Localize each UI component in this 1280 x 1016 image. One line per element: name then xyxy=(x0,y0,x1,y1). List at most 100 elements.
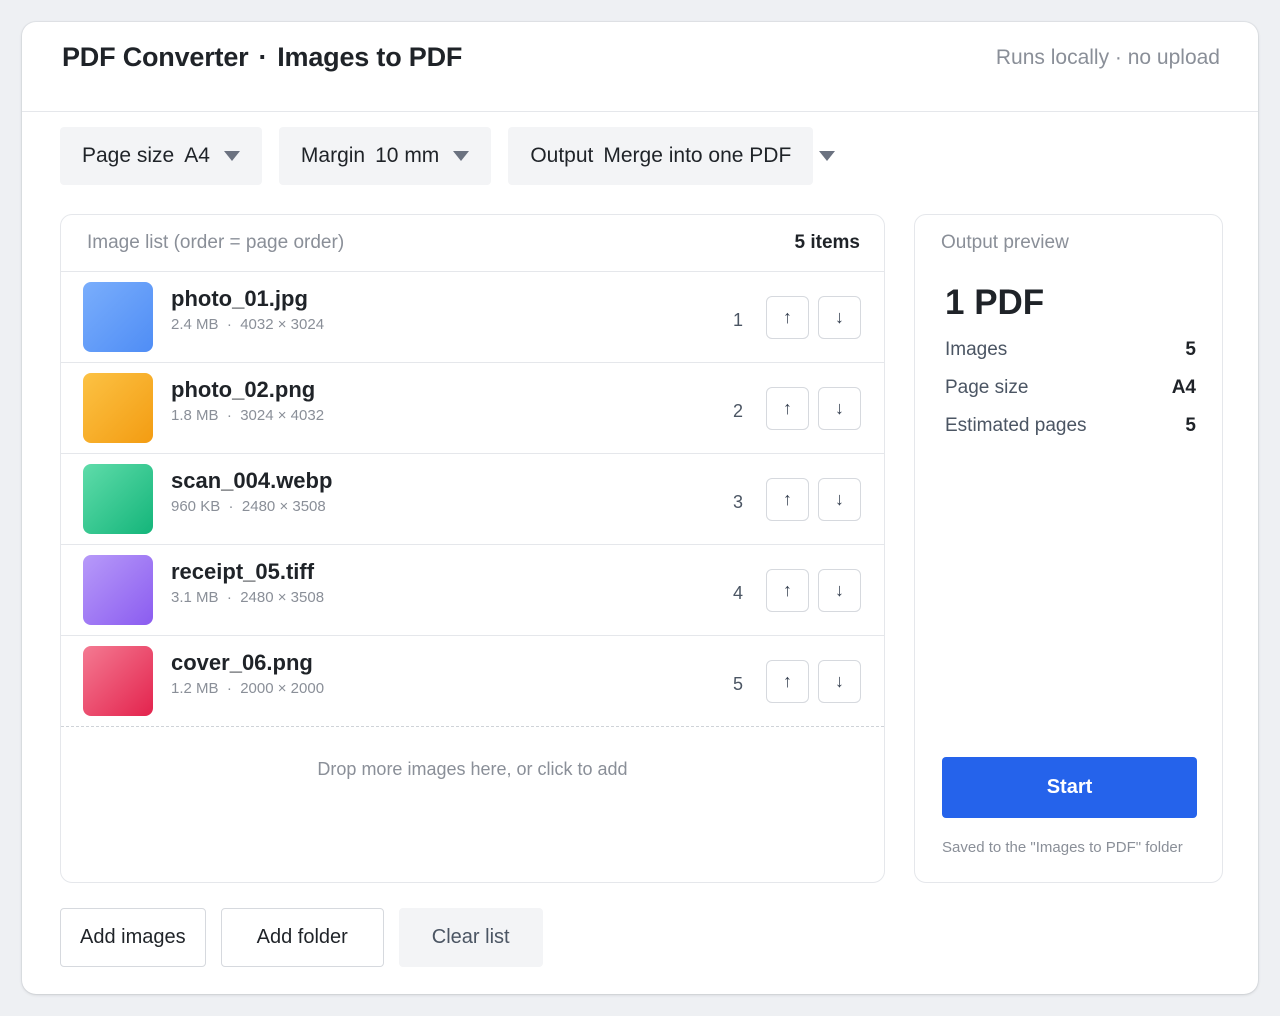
image-thumbnail xyxy=(83,464,153,534)
app-window: PDF Converter · Images to PDF Runs locally… xyxy=(22,22,1258,994)
preview-result: 1 PDF xyxy=(945,283,1045,322)
mode-name: Images to PDF xyxy=(277,42,463,72)
arrow-up-icon: ↑ xyxy=(783,306,792,327)
file-name: receipt_05.tiff xyxy=(171,558,315,584)
image-list-item[interactable]: cover_06.png 1.2 MB · 2000 × 2000 5 ↑ ↓ xyxy=(61,636,884,727)
output-preview-panel: Output preview 1 PDF Images 5 Page size … xyxy=(914,214,1223,883)
stat-value: 5 xyxy=(1185,415,1196,436)
move-down-button[interactable]: ↓ xyxy=(818,386,861,430)
stat-value: 5 xyxy=(1185,339,1196,360)
preview-title: Output preview xyxy=(941,232,1069,253)
file-info: 1.8 MB · 3024 × 4032 xyxy=(171,407,733,424)
arrow-down-icon: ↓ xyxy=(835,306,844,327)
file-dimensions: 2480 × 3508 xyxy=(241,497,326,515)
page-title: PDF Converter · Images to PDF xyxy=(62,42,462,73)
move-down-button[interactable]: ↓ xyxy=(818,295,861,339)
arrow-down-icon: ↓ xyxy=(835,488,844,509)
info-separator: · xyxy=(222,406,237,424)
drop-zone[interactable]: Drop more images here, or click to add xyxy=(61,727,884,811)
file-size: 1.2 MB xyxy=(171,679,219,697)
file-size: 2.4 MB xyxy=(171,315,219,333)
move-up-button[interactable]: ↑ xyxy=(766,659,809,703)
file-name: cover_06.png xyxy=(171,649,313,675)
file-size: 3.1 MB xyxy=(171,588,219,606)
chevron-down-icon xyxy=(223,151,240,161)
page-order-number: 5 xyxy=(732,673,743,694)
move-up-button[interactable]: ↑ xyxy=(766,295,809,339)
arrow-up-icon: ↑ xyxy=(783,488,792,509)
file-name: photo_02.png xyxy=(171,376,316,402)
image-list: photo_01.jpg 2.4 MB · 4032 × 3024 1 ↑ ↓ … xyxy=(61,272,884,727)
file-info: 3.1 MB · 2480 × 3508 xyxy=(171,589,733,606)
page-order-number: 1 xyxy=(732,309,743,330)
arrow-up-icon: ↑ xyxy=(783,397,792,418)
image-thumbnail xyxy=(83,555,153,625)
image-meta: receipt_05.tiff 3.1 MB · 2480 × 3508 xyxy=(171,559,733,606)
stat-label: Estimated pages xyxy=(945,415,1087,436)
page-order-number: 3 xyxy=(732,491,743,512)
image-meta: photo_01.jpg 2.4 MB · 4032 × 3024 xyxy=(171,286,733,333)
info-separator: · xyxy=(222,315,237,333)
file-dimensions: 4032 × 3024 xyxy=(240,315,325,333)
page-order-number: 2 xyxy=(732,400,743,421)
info-separator: · xyxy=(222,588,237,606)
arrow-down-icon: ↓ xyxy=(835,397,844,418)
file-info: 2.4 MB · 4032 × 3024 xyxy=(171,316,733,333)
image-thumbnail xyxy=(83,646,153,716)
move-up-button[interactable]: ↑ xyxy=(766,568,809,612)
chevron-down-icon xyxy=(819,151,836,161)
image-thumbnail xyxy=(83,373,153,443)
move-down-button[interactable]: ↓ xyxy=(818,568,861,612)
file-size: 1.8 MB xyxy=(171,406,219,424)
stat-value: A4 xyxy=(1171,377,1196,398)
file-dimensions: 3024 × 4032 xyxy=(240,406,325,424)
app-name: PDF Converter xyxy=(62,42,249,72)
chevron-down-icon xyxy=(453,151,470,161)
output-select[interactable]: Output Merge into one PDF xyxy=(508,127,836,185)
output-value: Merge into one PDF xyxy=(603,144,792,167)
image-list-item[interactable]: photo_02.png 1.8 MB · 3024 × 4032 2 ↑ ↓ xyxy=(61,363,884,454)
image-list-item[interactable]: receipt_05.tiff 3.1 MB · 2480 × 3508 4 ↑… xyxy=(61,545,884,636)
add-images-button[interactable]: Add images xyxy=(60,908,206,967)
page-size-label: Page size xyxy=(82,144,175,167)
image-list-item[interactable]: scan_004.webp 960 KB · 2480 × 3508 3 ↑ ↓ xyxy=(61,454,884,545)
image-list-item[interactable]: photo_01.jpg 2.4 MB · 4032 × 3024 1 ↑ ↓ xyxy=(61,272,884,363)
options-toolbar: Page size A4 Margin 10 mm Output Merge i… xyxy=(60,127,836,185)
file-dimensions: 2480 × 3508 xyxy=(240,588,325,606)
add-folder-button[interactable]: Add folder xyxy=(220,908,384,967)
move-up-button[interactable]: ↑ xyxy=(766,386,809,430)
page-size-value: A4 xyxy=(184,144,210,167)
image-list-hint: Image list (order = page order) xyxy=(87,232,345,253)
margin-label: Margin xyxy=(300,144,366,167)
header: PDF Converter · Images to PDF Runs locally… xyxy=(22,22,1258,112)
page-size-select[interactable]: Page size A4 xyxy=(60,127,262,185)
footer-actions: Add images Add folder Clear list xyxy=(60,908,543,967)
image-list-header: Image list (order = page order) 5 items xyxy=(61,215,884,272)
info-separator: · xyxy=(222,679,237,697)
arrow-down-icon: ↓ xyxy=(835,579,844,600)
clear-list-button[interactable]: Clear list xyxy=(398,908,543,967)
start-button[interactable]: Start xyxy=(942,757,1197,818)
file-size: 960 KB xyxy=(171,497,221,515)
stat-label: Page size xyxy=(945,377,1029,398)
file-info: 1.2 MB · 2000 × 2000 xyxy=(171,680,733,697)
privacy-note: Runs locally · no upload xyxy=(995,46,1220,69)
move-down-button[interactable]: ↓ xyxy=(818,659,861,703)
stat-estimated-pages: Estimated pages 5 xyxy=(941,415,1196,437)
image-meta: scan_004.webp 960 KB · 2480 × 3508 xyxy=(171,468,733,515)
stat-images: Images 5 xyxy=(941,339,1196,361)
move-up-button[interactable]: ↑ xyxy=(766,477,809,521)
margin-select[interactable]: Margin 10 mm xyxy=(278,127,492,185)
image-meta: photo_02.png 1.8 MB · 3024 × 4032 xyxy=(171,377,733,424)
file-dimensions: 2000 × 2000 xyxy=(240,679,325,697)
file-name: scan_004.webp xyxy=(171,467,333,493)
stat-page-size: Page size A4 xyxy=(941,377,1196,399)
page-order-number: 4 xyxy=(732,582,743,603)
image-meta: cover_06.png 1.2 MB · 2000 × 2000 xyxy=(171,650,733,697)
image-count: 5 items xyxy=(794,232,860,253)
title-separator: · xyxy=(258,42,268,72)
margin-value: 10 mm xyxy=(375,144,440,167)
stat-label: Images xyxy=(945,339,1008,360)
arrow-down-icon: ↓ xyxy=(835,670,844,691)
move-down-button[interactable]: ↓ xyxy=(818,477,861,521)
